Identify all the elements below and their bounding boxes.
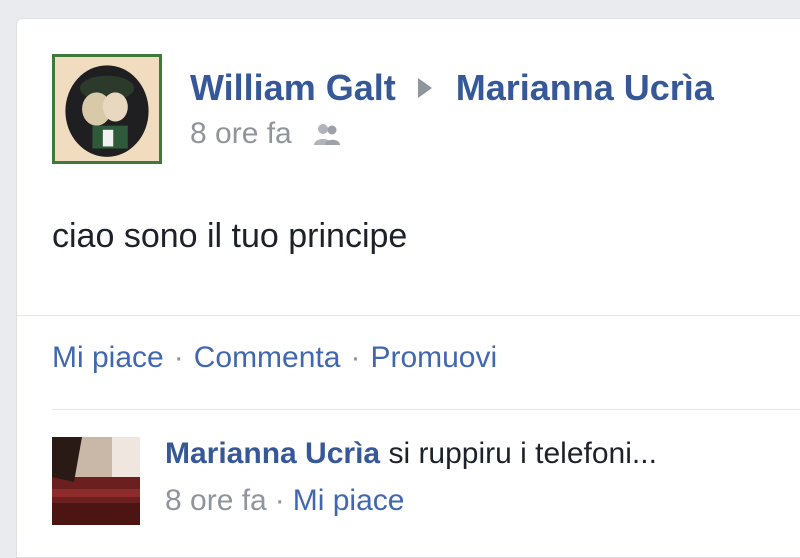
post-meta: 8 ore fa (190, 117, 342, 151)
comment-like-link[interactable]: Mi piace (293, 484, 405, 517)
separator: · (173, 341, 184, 374)
friends-icon[interactable] (312, 121, 342, 147)
commenter-avatar[interactable] (52, 437, 140, 525)
comment-link[interactable]: Commenta (194, 341, 341, 374)
author-avatar[interactable] (52, 54, 162, 164)
target-name[interactable]: Marianna Ucrìa (456, 67, 714, 109)
like-link[interactable]: Mi piace (52, 341, 164, 374)
comment: Marianna Ucrìa si ruppiru i telefoni... (165, 437, 657, 471)
arrow-right-icon (417, 78, 432, 98)
promote-link[interactable]: Promuovi (370, 341, 497, 374)
divider (52, 409, 800, 410)
divider (17, 315, 800, 316)
post-timestamp[interactable]: 8 ore fa (190, 117, 292, 151)
post-actions: Mi piace · Commenta · Promuovi (52, 341, 497, 375)
comment-timestamp[interactable]: 8 ore fa (165, 484, 267, 517)
comment-meta: 8 ore fa · Mi piace (165, 484, 404, 518)
commenter-photo (52, 437, 140, 525)
comment-text: si ruppiru i telefoni... (388, 437, 657, 470)
post-header-names: William Galt Marianna Ucrìa (190, 67, 714, 109)
comment-author[interactable]: Marianna Ucrìa (165, 437, 380, 470)
portrait-image (55, 57, 159, 161)
author-name[interactable]: William Galt (190, 67, 396, 109)
post-card: William Galt Marianna Ucrìa 8 ore fa cia… (16, 18, 800, 558)
separator: · (350, 341, 361, 374)
post-body: ciao sono il tuo principe (52, 217, 408, 255)
separator: · (274, 484, 285, 517)
